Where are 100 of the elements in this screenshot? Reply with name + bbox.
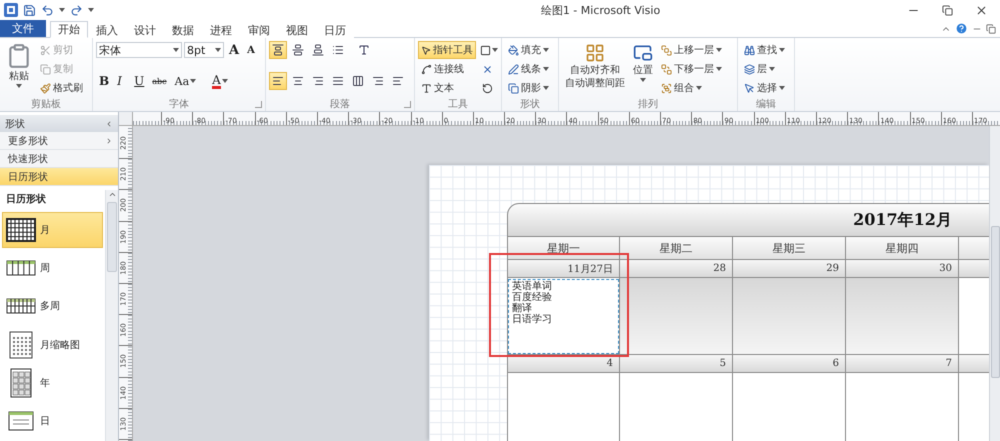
align-button[interactable] [269, 72, 287, 90]
weekday-label: 星期四 [886, 240, 918, 256]
dialog-launcher-icon[interactable] [404, 101, 411, 108]
position-button[interactable]: 位置 [630, 41, 656, 97]
file-tab[interactable]: 文件 [0, 20, 46, 37]
layout-grid-icon [585, 43, 605, 63]
stencil-shape[interactable]: 多周 [2, 288, 103, 325]
menu-label: 更多形状 [8, 134, 48, 148]
paste-button[interactable]: 粘贴 [3, 41, 35, 97]
pointer-icon [744, 82, 755, 94]
editing-button[interactable]: 层 [741, 60, 788, 78]
menu-label: 日历形状 [8, 170, 48, 184]
underline-button[interactable]: U [131, 72, 148, 90]
undo-icon[interactable] [41, 4, 54, 16]
shape-label: 周 [40, 262, 50, 276]
shape-style-button[interactable]: 阴影 [505, 79, 552, 97]
caret-icon [190, 79, 196, 83]
event-text: 英语单词 [512, 281, 553, 292]
group-label: 排列 [638, 98, 658, 111]
close-icon[interactable] [975, 4, 988, 16]
shapes-menu-item[interactable]: 更多形状 [0, 132, 118, 150]
restore-icon[interactable] [986, 24, 996, 34]
stencil-title: 日历形状 [5, 192, 47, 207]
scroll-thumb[interactable] [990, 226, 1000, 378]
indent-icon [372, 75, 384, 87]
align-right-icon [312, 75, 324, 87]
dialog-launcher-icon[interactable] [255, 101, 262, 108]
scroll-up-icon[interactable] [108, 190, 116, 199]
editing-button[interactable]: 选择 [741, 79, 788, 97]
font-size-field[interactable]: 8pt [184, 42, 224, 58]
clipboard-button[interactable]: 格式刷 [37, 79, 86, 97]
grow-font-button[interactable]: A [226, 41, 242, 59]
tool-button[interactable]: 指针工具 [418, 41, 476, 59]
caret-icon [215, 48, 221, 52]
stencil-shape[interactable]: 周 [2, 250, 103, 286]
pane-title: 形状 [5, 118, 25, 130]
caret-icon [716, 48, 722, 52]
bold-button[interactable]: B [96, 72, 112, 90]
align-middle-icon [292, 44, 304, 56]
group-label: 剪贴板 [31, 98, 61, 111]
stencil-shape[interactable]: 日 [2, 402, 103, 440]
date-number: 7 [946, 358, 952, 369]
collapse-icon[interactable] [105, 120, 113, 128]
caret-icon [543, 86, 549, 90]
weekday-label: 星期二 [660, 240, 692, 256]
group-label: 形状 [520, 98, 540, 111]
stencil-shape[interactable]: 月 [2, 212, 103, 248]
date-number: 4 [606, 358, 613, 369]
arrange-button[interactable]: 下移一层 [658, 60, 725, 78]
editing-button[interactable]: 查找 [741, 41, 788, 59]
change-case-button[interactable]: Aa [172, 72, 200, 90]
restore-icon[interactable] [942, 4, 953, 16]
caret-icon [769, 67, 775, 71]
shapes-menu-item[interactable]: 快速形状 [0, 150, 118, 168]
shape-style-button[interactable]: 线条 [505, 60, 552, 78]
arrange-button[interactable]: 上移一层 [658, 41, 725, 59]
paintbrush-icon [40, 82, 51, 94]
caret-icon [543, 48, 549, 52]
window-title: 绘图1 - Microsoft Visio [540, 2, 662, 18]
caret-icon [543, 67, 549, 71]
scrollbar[interactable] [105, 190, 118, 441]
shrink-font-button[interactable]: A [244, 41, 260, 59]
weekday-label: 星期一 [547, 240, 580, 256]
arrange-button[interactable]: 组合 [658, 79, 725, 97]
indent-icon [392, 75, 404, 87]
align-center-icon [292, 75, 304, 87]
scrollbar[interactable] [989, 126, 1000, 441]
scroll-thumb[interactable] [107, 202, 117, 272]
help-icon[interactable] [955, 22, 968, 35]
paint-bucket-icon [508, 44, 519, 56]
caret-icon [492, 48, 498, 52]
font-color-button[interactable]: A [209, 72, 231, 90]
caret-icon [222, 79, 228, 83]
shape-label: 年 [40, 376, 50, 390]
font-name-field[interactable]: 宋体 [96, 42, 182, 58]
rectangle-icon [480, 44, 491, 56]
caret-icon [779, 48, 785, 52]
app-logo-icon [4, 3, 18, 17]
italic-button[interactable]: I [114, 72, 130, 90]
stencil-shape[interactable]: 年 [2, 364, 103, 401]
align-button[interactable] [269, 41, 287, 59]
columns-icon [352, 75, 364, 87]
shape-style-button[interactable]: 填充 [505, 41, 552, 59]
scissors-icon [40, 44, 51, 56]
tool-button[interactable]: 连接线 [418, 60, 476, 78]
save-icon[interactable] [23, 4, 36, 16]
caret-icon [779, 86, 785, 90]
event-text: 翻译 [512, 303, 533, 314]
shapes-menu-item[interactable]: 日历形状 [0, 168, 118, 186]
send-backward-icon [661, 64, 672, 74]
align-top-icon [272, 44, 284, 56]
tool-button[interactable]: 文本 [418, 79, 476, 97]
auto-align-button[interactable]: 自动对齐和 自动调整间距 [562, 41, 628, 97]
strikethrough-button[interactable]: abc [149, 72, 170, 90]
redo-icon[interactable] [70, 4, 83, 16]
caret-icon [88, 8, 94, 12]
stencil-shape[interactable]: 月缩略图 [2, 326, 103, 363]
ribbon-tab[interactable]: 开始 [50, 21, 88, 38]
text-icon [421, 82, 432, 94]
connector-icon [421, 64, 432, 74]
